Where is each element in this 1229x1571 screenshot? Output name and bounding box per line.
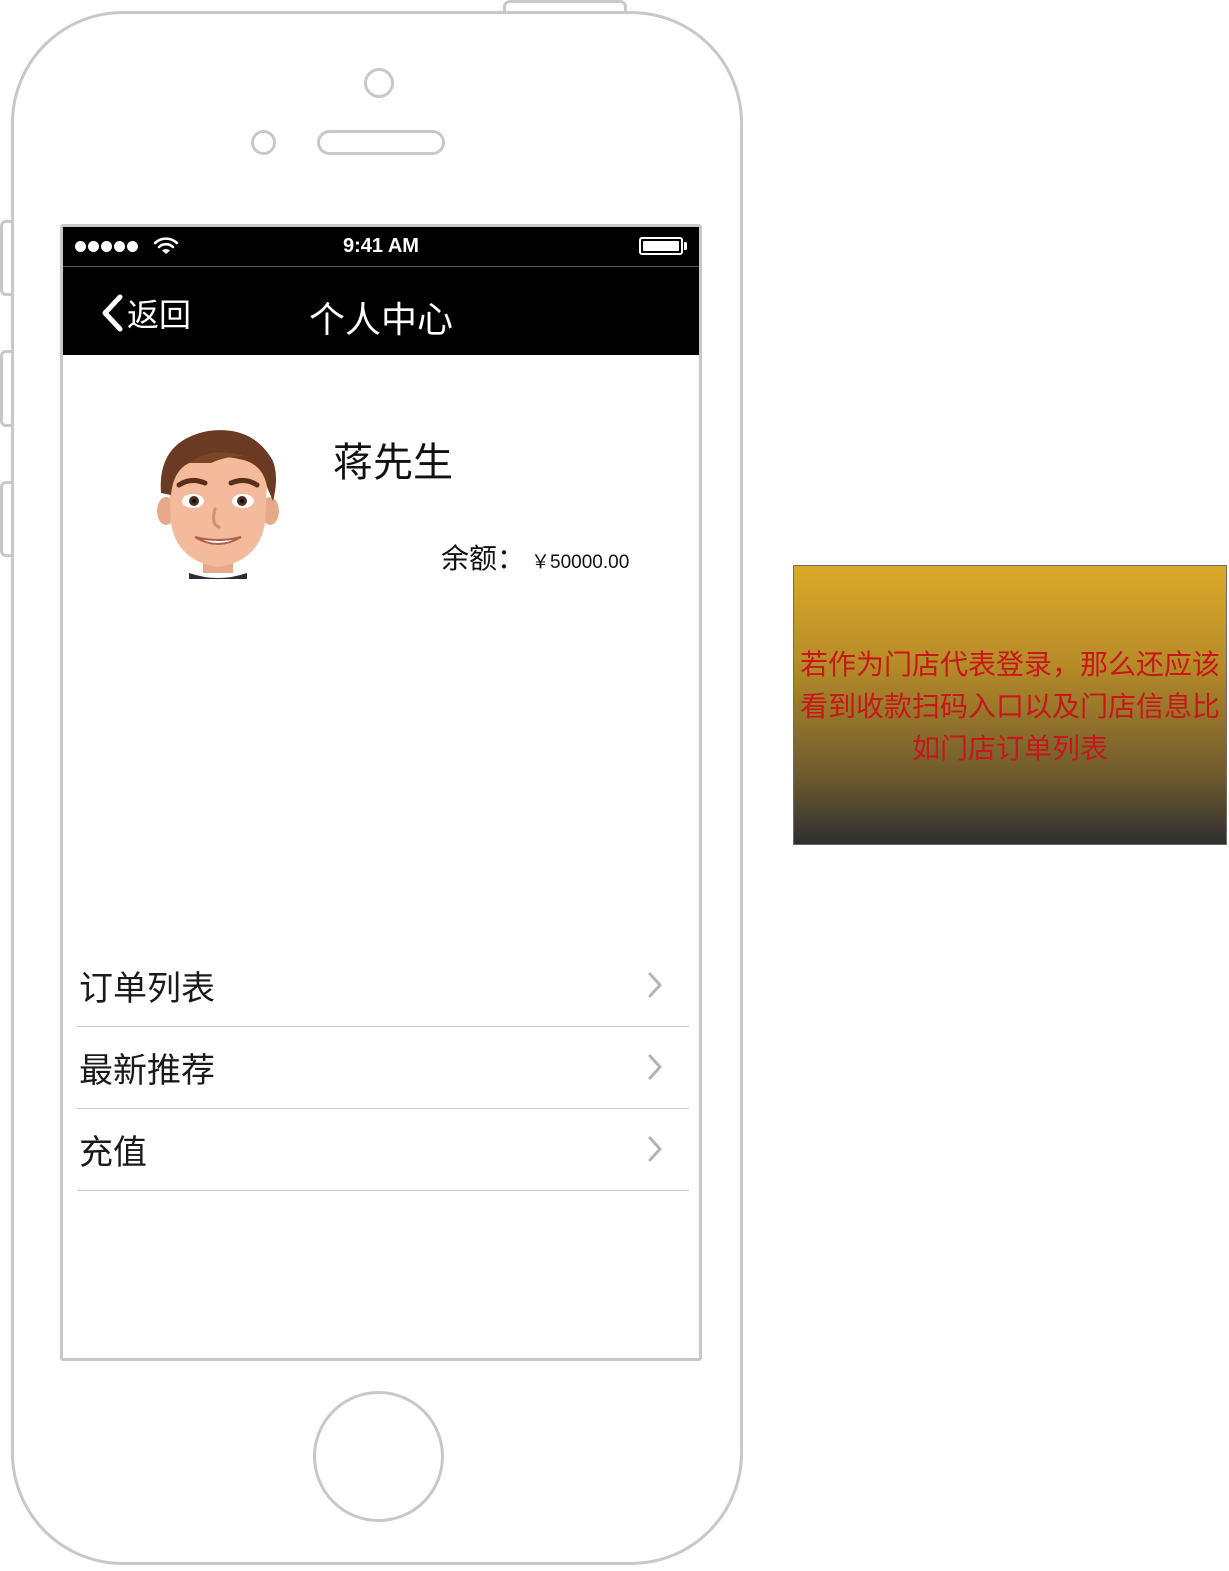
balance-value: ￥50000.00 — [531, 552, 630, 573]
user-name: 蒋先生 — [333, 440, 453, 486]
menu-item-label: 充值 — [79, 1133, 147, 1173]
chevron-right-icon — [648, 1054, 662, 1080]
proximity-sensor — [251, 130, 276, 155]
menu-item-recharge[interactable]: 充值 — [77, 1109, 689, 1191]
battery-icon — [639, 237, 687, 257]
balance-label: 余额： — [441, 542, 526, 575]
front-camera — [364, 68, 394, 98]
menu-item-recommendations[interactable]: 最新推荐 — [77, 1027, 689, 1109]
chevron-right-icon — [648, 1136, 662, 1162]
status-time: 9:41 AM — [343, 235, 419, 257]
menu-item-order-list[interactable]: 订单列表 — [77, 945, 689, 1027]
avatar — [157, 430, 279, 579]
status-bar: 9:41 AM — [63, 227, 699, 267]
menu-item-label: 订单列表 — [79, 969, 215, 1009]
earpiece-speaker — [317, 130, 445, 155]
menu-list: 订单列表 最新推荐 充值 — [77, 945, 689, 1191]
page-title: 个人中心 — [308, 300, 453, 341]
navigation-bar: 返回 个人中心 — [63, 267, 699, 355]
home-button[interactable] — [313, 1391, 444, 1522]
annotation-note: 若作为门店代表登录，那么还应该看到收款扫码入口以及门店信息比如门店订单列表 — [793, 565, 1227, 845]
menu-item-label: 最新推荐 — [79, 1051, 215, 1091]
annotation-note-text: 若作为门店代表登录，那么还应该看到收款扫码入口以及门店信息比如门店订单列表 — [799, 648, 1220, 765]
balance-row: 余额： ￥50000.00 — [441, 537, 629, 577]
chevron-right-icon — [648, 972, 662, 998]
phone-screen: 9:41 AM 返回 个人中心 蒋先生 余额： ￥50000.00 订单列表 最… — [60, 224, 702, 1361]
